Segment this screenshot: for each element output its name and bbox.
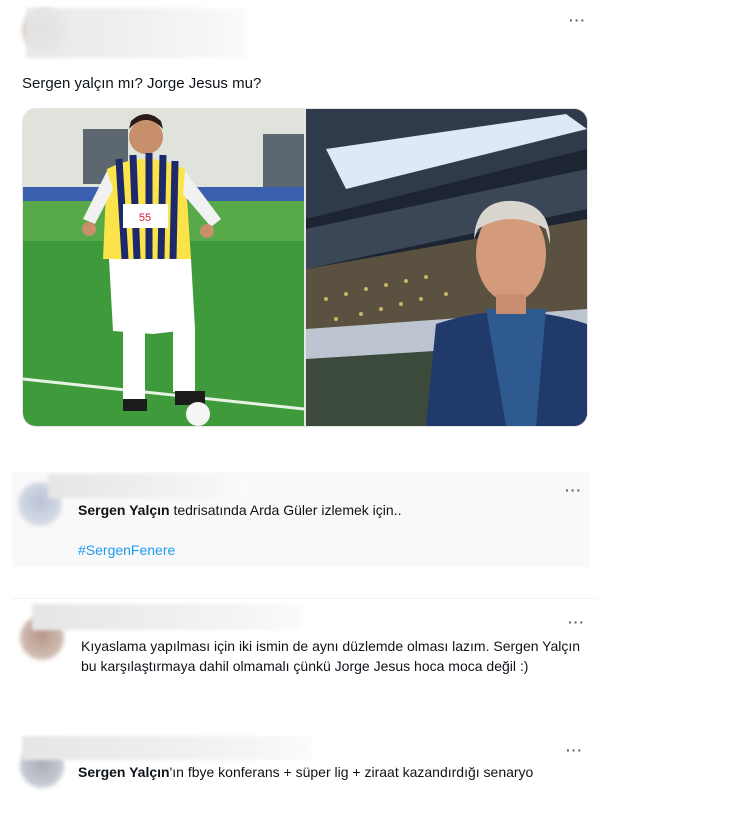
divider <box>12 598 597 599</box>
author-name-blurred <box>26 8 246 58</box>
reply-2-text: Kıyaslama yapılması için iki ismin de ay… <box>81 638 581 674</box>
post-more-button[interactable]: ··· <box>569 12 586 28</box>
reply-1-body: tedrisatında Arda Güler izlemek için.. <box>169 502 402 518</box>
reply-1-username-blurred <box>48 474 248 498</box>
post-image-left[interactable]: 55 <box>22 108 305 427</box>
jesus-photo <box>306 109 587 426</box>
reply-1-more-button[interactable]: ··· <box>565 482 582 498</box>
reply-3-more-button[interactable]: ··· <box>566 742 583 758</box>
reply-2-more-button[interactable]: ··· <box>568 614 585 630</box>
reply-3: ··· Sergen Yalçın'ın fbye konferans + sü… <box>12 732 590 792</box>
reply-3-username-blurred <box>22 736 312 760</box>
reply-2-username-blurred <box>32 604 302 630</box>
reply-3-mention: Sergen Yalçın <box>78 764 170 780</box>
post-text: Sergen yalçın mı? Jorge Jesus mu? <box>22 75 262 92</box>
reply-1: ··· Sergen Yalçın tedrisatında Arda Güle… <box>12 472 590 567</box>
sergen-photo: 55 <box>23 109 304 426</box>
reply-2: ··· Kıyaslama yapılması için iki ismin d… <box>12 604 590 704</box>
main-post: ··· Sergen yalçın mı? Jorge Jesus mu? 55 <box>0 0 750 440</box>
reply-1-text: Sergen Yalçın tedrisatında Arda Güler iz… <box>78 500 578 520</box>
post-image-right[interactable] <box>305 108 588 427</box>
reply-1-mention: Sergen Yalçın <box>78 502 170 518</box>
svg-text:55: 55 <box>139 212 151 224</box>
reply-3-body: 'ın fbye konferans + süper lig + ziraat … <box>169 764 534 780</box>
reply-1-hashtag[interactable]: #SergenFenere <box>78 542 175 558</box>
reply-3-text: Sergen Yalçın'ın fbye konferans + süper … <box>78 762 588 782</box>
